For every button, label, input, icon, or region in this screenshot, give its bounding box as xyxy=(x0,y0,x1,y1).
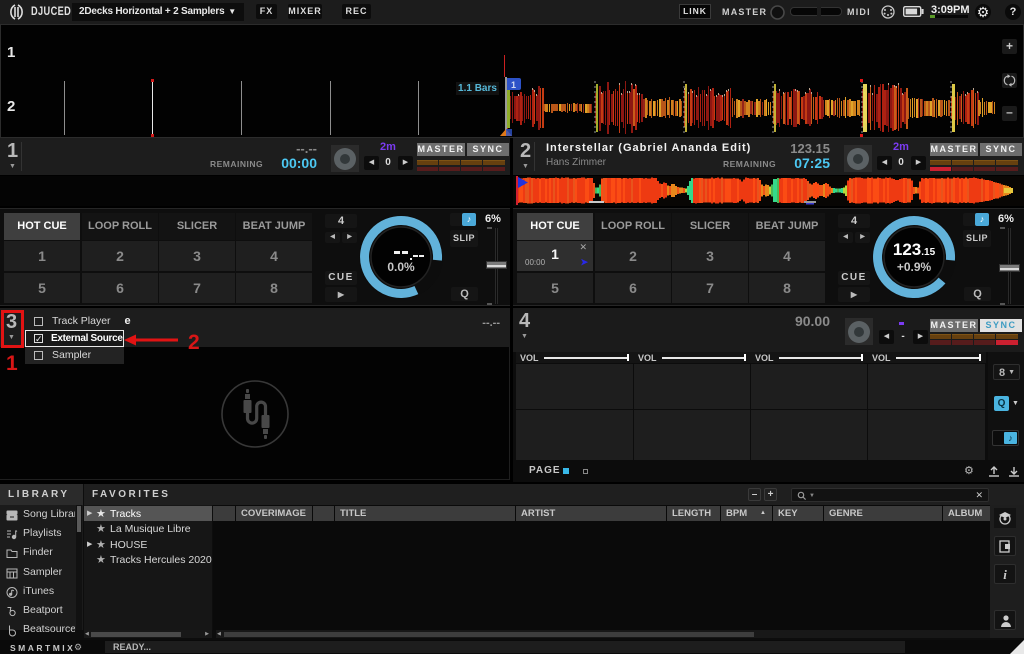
svg-text:+0.9%: +0.9% xyxy=(897,260,932,274)
svg-text:0.0%: 0.0% xyxy=(387,260,415,274)
svg-text:1: 1 xyxy=(511,80,516,90)
